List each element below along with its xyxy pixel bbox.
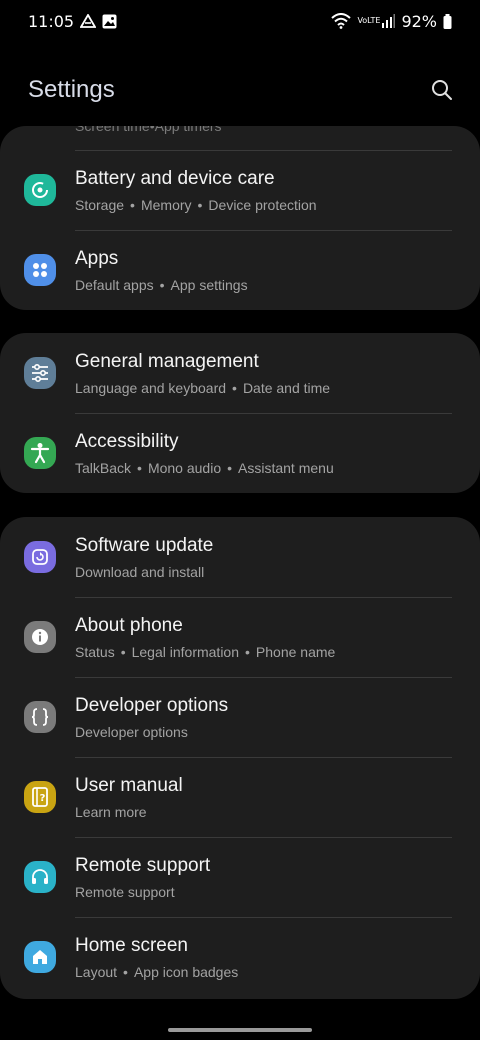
volte-label: VoLTE [357, 16, 381, 25]
divider [75, 677, 452, 678]
apps-icon [24, 254, 56, 286]
wifi-icon [331, 13, 352, 29]
battery-percent: 92% [401, 11, 437, 31]
list-item-software-update[interactable]: Software update Download and install [0, 517, 480, 597]
sliders-icon [24, 357, 56, 389]
list-item-cut-off[interactable]: Screen time•App timers [0, 126, 480, 150]
svg-text:?: ? [40, 793, 46, 804]
settings-group-2: General management Language and keyboard… [0, 333, 480, 493]
drive-icon [80, 14, 97, 28]
settings-group-3: Software update Download and install Abo… [0, 517, 480, 999]
accessibility-icon [24, 437, 56, 469]
list-item-developer-options[interactable]: Developer options Developer options [0, 677, 480, 757]
list-item-accessibility[interactable]: Accessibility TalkBack • Mono audio • Assist… [0, 413, 480, 493]
divider [75, 150, 452, 151]
settings-header: Settings [0, 60, 480, 120]
divider [75, 837, 452, 838]
page-title: Settings [28, 76, 115, 103]
list-item-home-screen[interactable]: Home screen Layout • App icon badges [0, 917, 480, 997]
battery-icon [443, 13, 452, 29]
list-item-general-management[interactable]: General management Language and keyboard… [0, 333, 480, 413]
status-bar: 11:05 VoLTE 92% [0, 0, 480, 42]
home-icon [24, 941, 56, 973]
divider [75, 230, 452, 231]
list-item-about-phone[interactable]: About phone Status • Legal information • Pho… [0, 597, 480, 677]
divider [75, 917, 452, 918]
list-item-remote-support[interactable]: Remote support Remote support [0, 837, 480, 917]
list-item-battery-and-device-care[interactable]: Battery and device care Storage • Memory • D… [0, 150, 480, 230]
gallery-icon [102, 14, 117, 29]
manual-icon: ? [24, 781, 56, 813]
battery-care-icon [24, 174, 56, 206]
code-braces-icon [24, 701, 56, 733]
home-gesture-bar[interactable] [168, 1028, 312, 1032]
info-icon [24, 621, 56, 653]
clock: 11:05 [28, 11, 75, 31]
list-item-user-manual[interactable]: ? User manual Learn more [0, 757, 480, 837]
divider [75, 757, 452, 758]
divider [75, 597, 452, 598]
headset-icon [24, 861, 56, 893]
list-item-apps[interactable]: Apps Default apps • App settings [0, 230, 480, 310]
divider [75, 413, 452, 414]
settings-group-1: Screen time•App timers Battery and devic… [0, 126, 480, 310]
software-update-icon [24, 541, 56, 573]
signal-icon [381, 14, 396, 28]
search-button[interactable] [426, 74, 458, 106]
search-icon [432, 80, 452, 100]
